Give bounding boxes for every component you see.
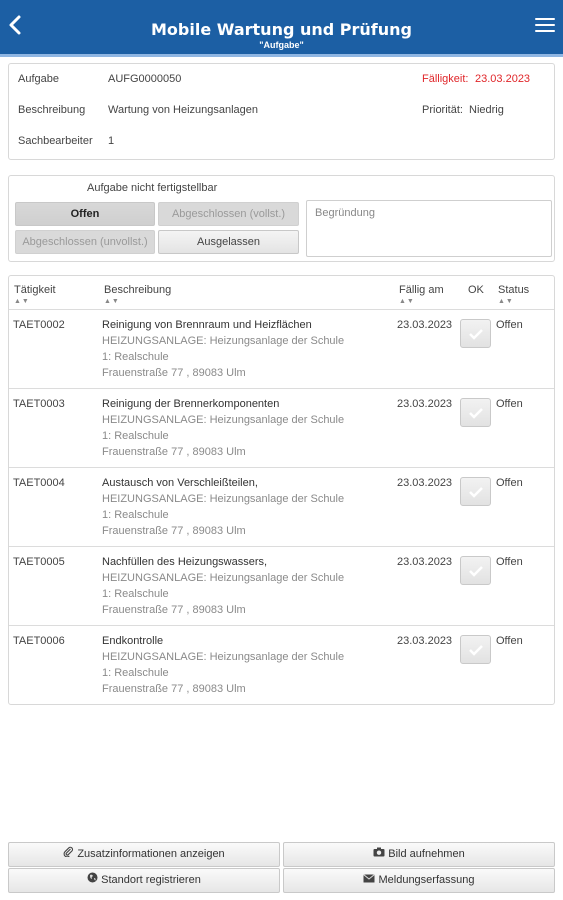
camera-icon [373,843,385,866]
activity-id: TAET0005 [13,556,65,568]
activity-status: Offen [496,635,523,647]
activity-location: 1: Realschule [102,588,169,600]
additional-info-label: Zusatzinformationen anzeigen [77,848,225,860]
activity-title: Nachfüllen des Heizungswassers, [102,556,268,568]
status-completed-full-button[interactable]: Abgeschlossen (vollst.) [158,202,299,226]
priority-value: Niedrig [469,104,504,116]
activity-address: Frauenstraße 77 , 89083 Ulm [102,446,246,458]
sort-arrows-icon[interactable]: ▲▼ [498,298,514,305]
activity-object: HEIZUNGSANLAGE: Heizungsanlage der Schul… [102,335,345,347]
table-row[interactable]: TAET0002 Reinigung von Brennraum und Hei… [9,309,554,388]
activity-address: Frauenstraße 77 , 89083 Ulm [102,525,246,537]
activity-id: TAET0004 [13,477,65,489]
page-title: Mobile Wartung und Prüfung [151,20,412,39]
take-photo-button[interactable]: Bild aufnehmen [283,842,555,867]
table-row[interactable]: TAET0005 Nachfüllen des Heizungswassers,… [9,546,554,625]
additional-info-button[interactable]: Zusatzinformationen anzeigen [8,842,280,867]
due-value: 23.03.2023 [475,73,531,85]
hamburger-menu-icon[interactable] [535,18,555,34]
column-header-description[interactable]: Beschreibung [104,284,171,296]
activity-location: 1: Realschule [102,351,169,363]
status-open-button[interactable]: Offen [15,202,155,226]
ok-checkbox[interactable] [460,398,491,427]
activity-due-date: 23.03.2023 [397,477,453,489]
activity-location: 1: Realschule [102,430,169,442]
register-location-button[interactable]: Standort registrieren [8,868,280,893]
column-header-activity[interactable]: Tätigkeit [14,284,56,296]
task-label: Aufgabe [18,73,59,85]
activity-due-date: 23.03.2023 [397,556,453,568]
activity-object: HEIZUNGSANLAGE: Heizungsanlage der Schul… [102,493,345,505]
globe-icon [87,869,98,892]
activity-location: 1: Realschule [102,667,169,679]
checkmark-icon [469,408,483,419]
paperclip-icon [63,843,74,866]
page-subtitle: "Aufgabe" [259,40,304,50]
activity-due-date: 23.03.2023 [397,398,453,410]
clerk-label: Sachbearbeiter [18,135,93,147]
activity-status: Offen [496,556,523,568]
activity-id: TAET0006 [13,635,65,647]
task-value: AUFG0000050 [108,73,182,85]
ok-checkbox[interactable] [460,477,491,506]
checkmark-icon [469,566,483,577]
activity-object: HEIZUNGSANLAGE: Heizungsanlage der Schul… [102,651,345,663]
task-info-panel: Aufgabe AUFG0000050 Fälligkeit: 23.03.20… [8,63,555,160]
sort-arrows-icon[interactable]: ▲▼ [14,298,30,305]
report-label: Meldungserfassung [378,874,475,886]
activity-status: Offen [496,398,523,410]
column-header-ok: OK [468,284,484,296]
activity-id: TAET0002 [13,319,65,331]
activity-title: Reinigung von Brennraum und Heizflächen [102,319,312,331]
description-value: Wartung von Heizungsanlagen [108,104,259,116]
envelope-icon [363,869,376,892]
activity-object: HEIZUNGSANLAGE: Heizungsanlage der Schul… [102,572,345,584]
activity-due-date: 23.03.2023 [397,635,453,647]
activity-title: Austausch von Verschleißteilen, [102,477,258,489]
column-header-due[interactable]: Fällig am [399,284,444,296]
checkmark-icon [469,329,483,340]
checkmark-icon [469,487,483,498]
column-header-status[interactable]: Status [498,284,529,296]
activity-title: Reinigung der Brennerkomponenten [102,398,280,410]
take-photo-label: Bild aufnehmen [388,848,465,860]
description-label: Beschreibung [18,104,86,116]
table-row[interactable]: TAET0004 Austausch von Verschleißteilen,… [9,467,554,546]
register-location-label: Standort registrieren [101,874,201,886]
sort-arrows-icon[interactable]: ▲▼ [399,298,415,305]
activity-status: Offen [496,477,523,489]
status-caption: Aufgabe nicht fertigstellbar [87,182,218,194]
ok-checkbox[interactable] [460,635,491,664]
checkmark-icon [469,645,483,656]
activity-object: HEIZUNGSANLAGE: Heizungsanlage der Schul… [102,414,345,426]
clerk-value: 1 [108,135,115,147]
table-row[interactable]: TAET0006 Endkontrolle HEIZUNGSANLAGE: He… [9,625,554,704]
activity-address: Frauenstraße 77 , 89083 Ulm [102,683,246,695]
priority-label: Priorität: [422,104,463,116]
activity-address: Frauenstraße 77 , 89083 Ulm [102,604,246,616]
activity-address: Frauenstraße 77 , 89083 Ulm [102,367,246,379]
app-header: Mobile Wartung und Prüfung "Aufgabe" [0,0,563,57]
sort-arrows-icon[interactable]: ▲▼ [104,298,120,305]
ok-checkbox[interactable] [460,319,491,348]
activity-id: TAET0003 [13,398,65,410]
activity-location: 1: Realschule [102,509,169,521]
task-status-panel: Aufgabe nicht fertigstellbar Offen Abges… [8,175,555,262]
reason-textarea[interactable]: Begründung [306,200,552,257]
activity-title: Endkontrolle [102,635,164,647]
ok-checkbox[interactable] [460,556,491,585]
status-completed-partial-button[interactable]: Abgeschlossen (unvollst.) [15,230,155,254]
table-row[interactable]: TAET0003 Reinigung der Brennerkomponente… [9,388,554,467]
status-skipped-button[interactable]: Ausgelassen [158,230,299,254]
due-label: Fälligkeit: [422,73,469,85]
activity-due-date: 23.03.2023 [397,319,453,331]
activity-status: Offen [496,319,523,331]
report-button[interactable]: Meldungserfassung [283,868,555,893]
activities-table: Tätigkeit ▲▼ Beschreibung ▲▼ Fällig am ▲… [8,275,555,705]
